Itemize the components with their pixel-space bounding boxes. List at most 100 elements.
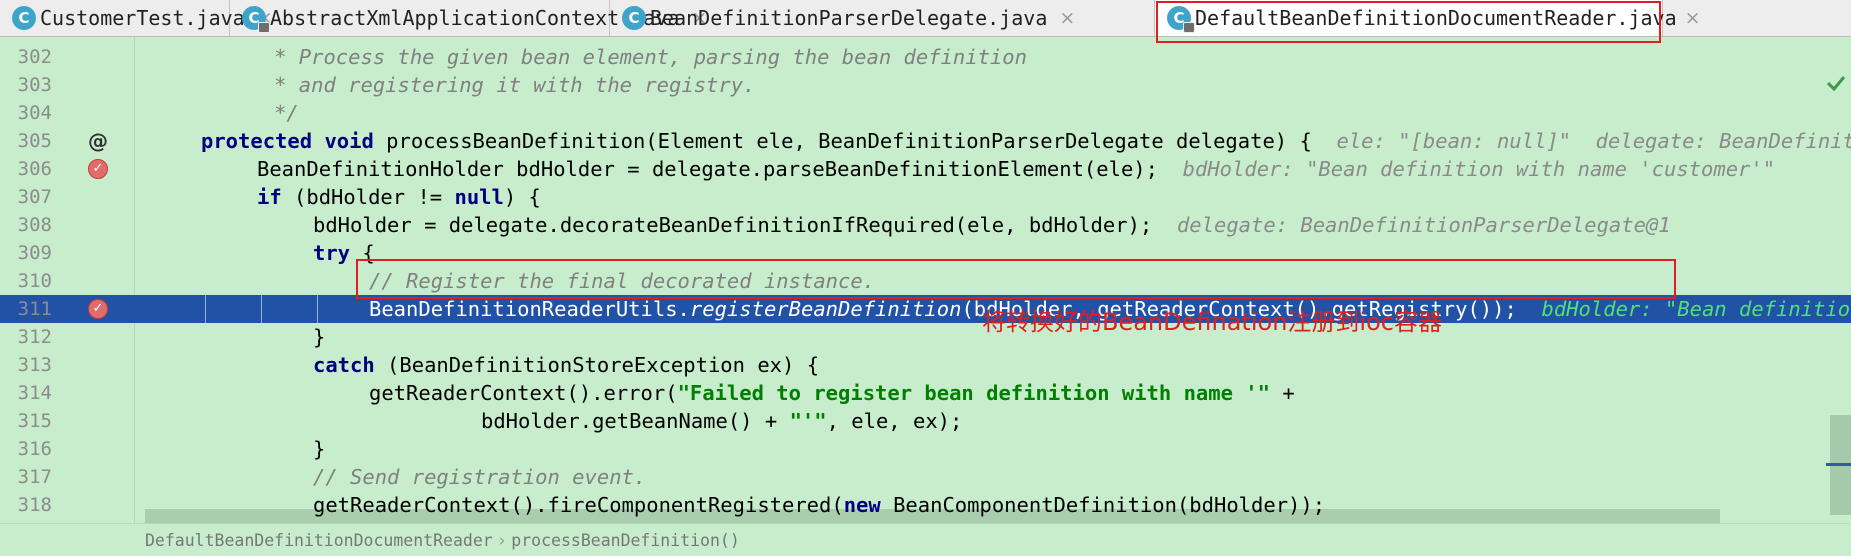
- line-number: 315: [17, 410, 52, 432]
- code-text: try {: [313, 239, 375, 267]
- line-number: 313: [17, 354, 52, 376]
- code-text: // Send registration event.: [313, 465, 647, 489]
- code-text: }: [313, 325, 326, 349]
- class-icon: C: [622, 6, 646, 30]
- tab-bean-definition-parser-delegate[interactable]: C BeanDefinitionParserDelegate.java ×: [610, 0, 1155, 36]
- code-text: bdHolder = delegate.decorateBeanDefiniti…: [313, 211, 1671, 239]
- code-text: bdHolder.getBeanName() + "'", ele, ex);: [481, 407, 962, 435]
- code-line: 315 bdHolder.getBeanName() + "'", ele, e…: [0, 407, 1851, 435]
- tab-customer-test[interactable]: C CustomerTest.java ×: [0, 0, 273, 36]
- keyword: null: [454, 185, 504, 209]
- string-literal: "Failed to register bean definition with…: [677, 381, 1270, 405]
- line-number: 308: [17, 214, 52, 236]
- code-segment: registerBeanDefinition: [689, 297, 962, 321]
- code-text: // Register the final decorated instance…: [369, 269, 876, 293]
- keyword: protected: [201, 129, 313, 153]
- code-line: 317 // Send registration event.: [0, 463, 1851, 491]
- breakpoint-icon[interactable]: ✓: [88, 159, 108, 179]
- class-icon-letter: C: [18, 9, 30, 27]
- line-number: 317: [17, 466, 52, 488]
- lock-icon: [258, 22, 270, 33]
- code-line: 313 catch (BeanDefinitionStoreException …: [0, 351, 1851, 379]
- breakpoint-icon[interactable]: ✓: [88, 299, 108, 319]
- line-number: 302: [17, 46, 52, 68]
- code-text: if (bdHolder != null) {: [257, 183, 541, 211]
- code-line: 306 ✓ BeanDefinitionHolder bdHolder = de…: [0, 155, 1851, 183]
- tab-default-bean-definition-document-reader[interactable]: C DefaultBeanDefinitionDocumentReader.ja…: [1155, 0, 1701, 36]
- code-segment: (bdHolder !=: [281, 185, 455, 209]
- debug-inline-value: bdHolder: "Bean definition: [1541, 297, 1851, 321]
- class-icon-letter: C: [628, 9, 640, 27]
- code-line: 318 getReaderContext().fireComponentRegi…: [0, 491, 1851, 519]
- code-segment: , ele, ex);: [826, 409, 963, 433]
- line-number: 305: [17, 130, 52, 152]
- indent-guide: [205, 295, 206, 323]
- close-icon[interactable]: ×: [1685, 7, 1701, 29]
- tab-label: BeanDefinitionParserDelegate.java: [650, 6, 1048, 30]
- code-segment: processBeanDefinition(Element ele, BeanD…: [373, 129, 1337, 153]
- line-number: 310: [17, 270, 52, 292]
- line-number: 316: [17, 438, 52, 460]
- editor-tab-bar: C CustomerTest.java × C AbstractXmlAppli…: [0, 0, 1851, 37]
- breadcrumb-separator: ›: [498, 530, 506, 550]
- line-number: 312: [17, 326, 52, 348]
- code-text: getReaderContext().fireComponentRegister…: [313, 491, 1325, 519]
- code-line: 309 try {: [0, 239, 1851, 267]
- line-number: 311: [17, 298, 52, 320]
- code-line: 312 }: [0, 323, 1851, 351]
- indent-guide: [261, 295, 262, 323]
- line-number: 309: [17, 242, 52, 264]
- code-text: catch (BeanDefinitionStoreException ex) …: [313, 351, 819, 379]
- line-number: 307: [17, 186, 52, 208]
- code-line: 308 bdHolder = delegate.decorateBeanDefi…: [0, 211, 1851, 239]
- code-line: 302 * Process the given bean element, pa…: [0, 43, 1851, 71]
- tab-label: CustomerTest.java: [40, 6, 245, 30]
- code-text: protected void processBeanDefinition(Ele…: [201, 127, 1851, 155]
- debug-inline-value: ele: "[bean: null]" delegate: BeanDefini…: [1336, 129, 1851, 153]
- scrollbar-position-marker: [1826, 463, 1851, 466]
- override-at-icon[interactable]: @: [88, 131, 108, 151]
- code-segment: BeanComponentDefinition(bdHolder));: [880, 493, 1326, 517]
- line-number: 314: [17, 382, 52, 404]
- keyword: new: [843, 493, 881, 517]
- breadcrumb: DefaultBeanDefinitionDocumentReader › pr…: [0, 523, 1851, 556]
- code-segment: bdHolder = delegate.decorateBeanDefiniti…: [313, 213, 1177, 237]
- code-text: */: [163, 101, 299, 125]
- code-editor[interactable]: 302 * Process the given bean element, pa…: [0, 37, 1851, 523]
- debug-inline-value: delegate: BeanDefinitionParserDelegate@1: [1176, 213, 1671, 237]
- code-line: 314 getReaderContext().error("Failed to …: [0, 379, 1851, 407]
- keyword: if: [257, 185, 282, 209]
- code-segment: ) {: [503, 185, 541, 209]
- inspection-ok-check-icon[interactable]: [1824, 71, 1848, 95]
- code-text: getReaderContext().error("Failed to regi…: [369, 379, 1295, 407]
- code-segment: (BeanDefinitionStoreException ex) {: [374, 353, 820, 377]
- code-line: 316 }: [0, 435, 1851, 463]
- tab-abstract-xml-application-context[interactable]: C AbstractXmlApplicationContext.java ×: [230, 0, 707, 36]
- line-number: 303: [17, 74, 52, 96]
- breadcrumb-class[interactable]: DefaultBeanDefinitionDocumentReader: [145, 531, 493, 550]
- line-number: 306: [17, 158, 52, 180]
- lock-icon: [1183, 22, 1195, 33]
- string-literal: "'": [789, 409, 827, 433]
- code-text: * and registering it with the registry.: [163, 73, 756, 97]
- line-number: 318: [17, 494, 52, 516]
- current-execution-line: 311 ✓ BeanDefinitionReaderUtils.register…: [0, 295, 1851, 323]
- close-icon[interactable]: ×: [1059, 7, 1075, 29]
- indent-guide: [317, 295, 318, 323]
- code-segment: getReaderContext().error(: [369, 381, 678, 405]
- code-segment: BeanDefinitionHolder bdHolder = delegate…: [257, 157, 1183, 181]
- code-line: 307 if (bdHolder != null) {: [0, 183, 1851, 211]
- keyword: try: [313, 241, 351, 265]
- code-segment: getReaderContext().fireComponentRegister…: [313, 493, 844, 517]
- debug-inline-value: bdHolder: "Bean definition with name 'cu…: [1182, 157, 1776, 181]
- keyword: void: [324, 129, 374, 153]
- breadcrumb-method[interactable]: processBeanDefinition(): [511, 531, 739, 550]
- code-text: BeanDefinitionHolder bdHolder = delegate…: [257, 155, 1775, 183]
- code-text: * Process the given bean element, parsin…: [163, 45, 1027, 69]
- annotation-text: 将转换好的BeanDefination注册到ioc容器: [982, 308, 1442, 336]
- code-segment: {: [350, 241, 375, 265]
- code-line: 305 @ protected void processBeanDefiniti…: [0, 127, 1851, 155]
- class-icon: C: [12, 6, 36, 30]
- code-segment: bdHolder.getBeanName() +: [481, 409, 790, 433]
- line-number: 304: [17, 102, 52, 124]
